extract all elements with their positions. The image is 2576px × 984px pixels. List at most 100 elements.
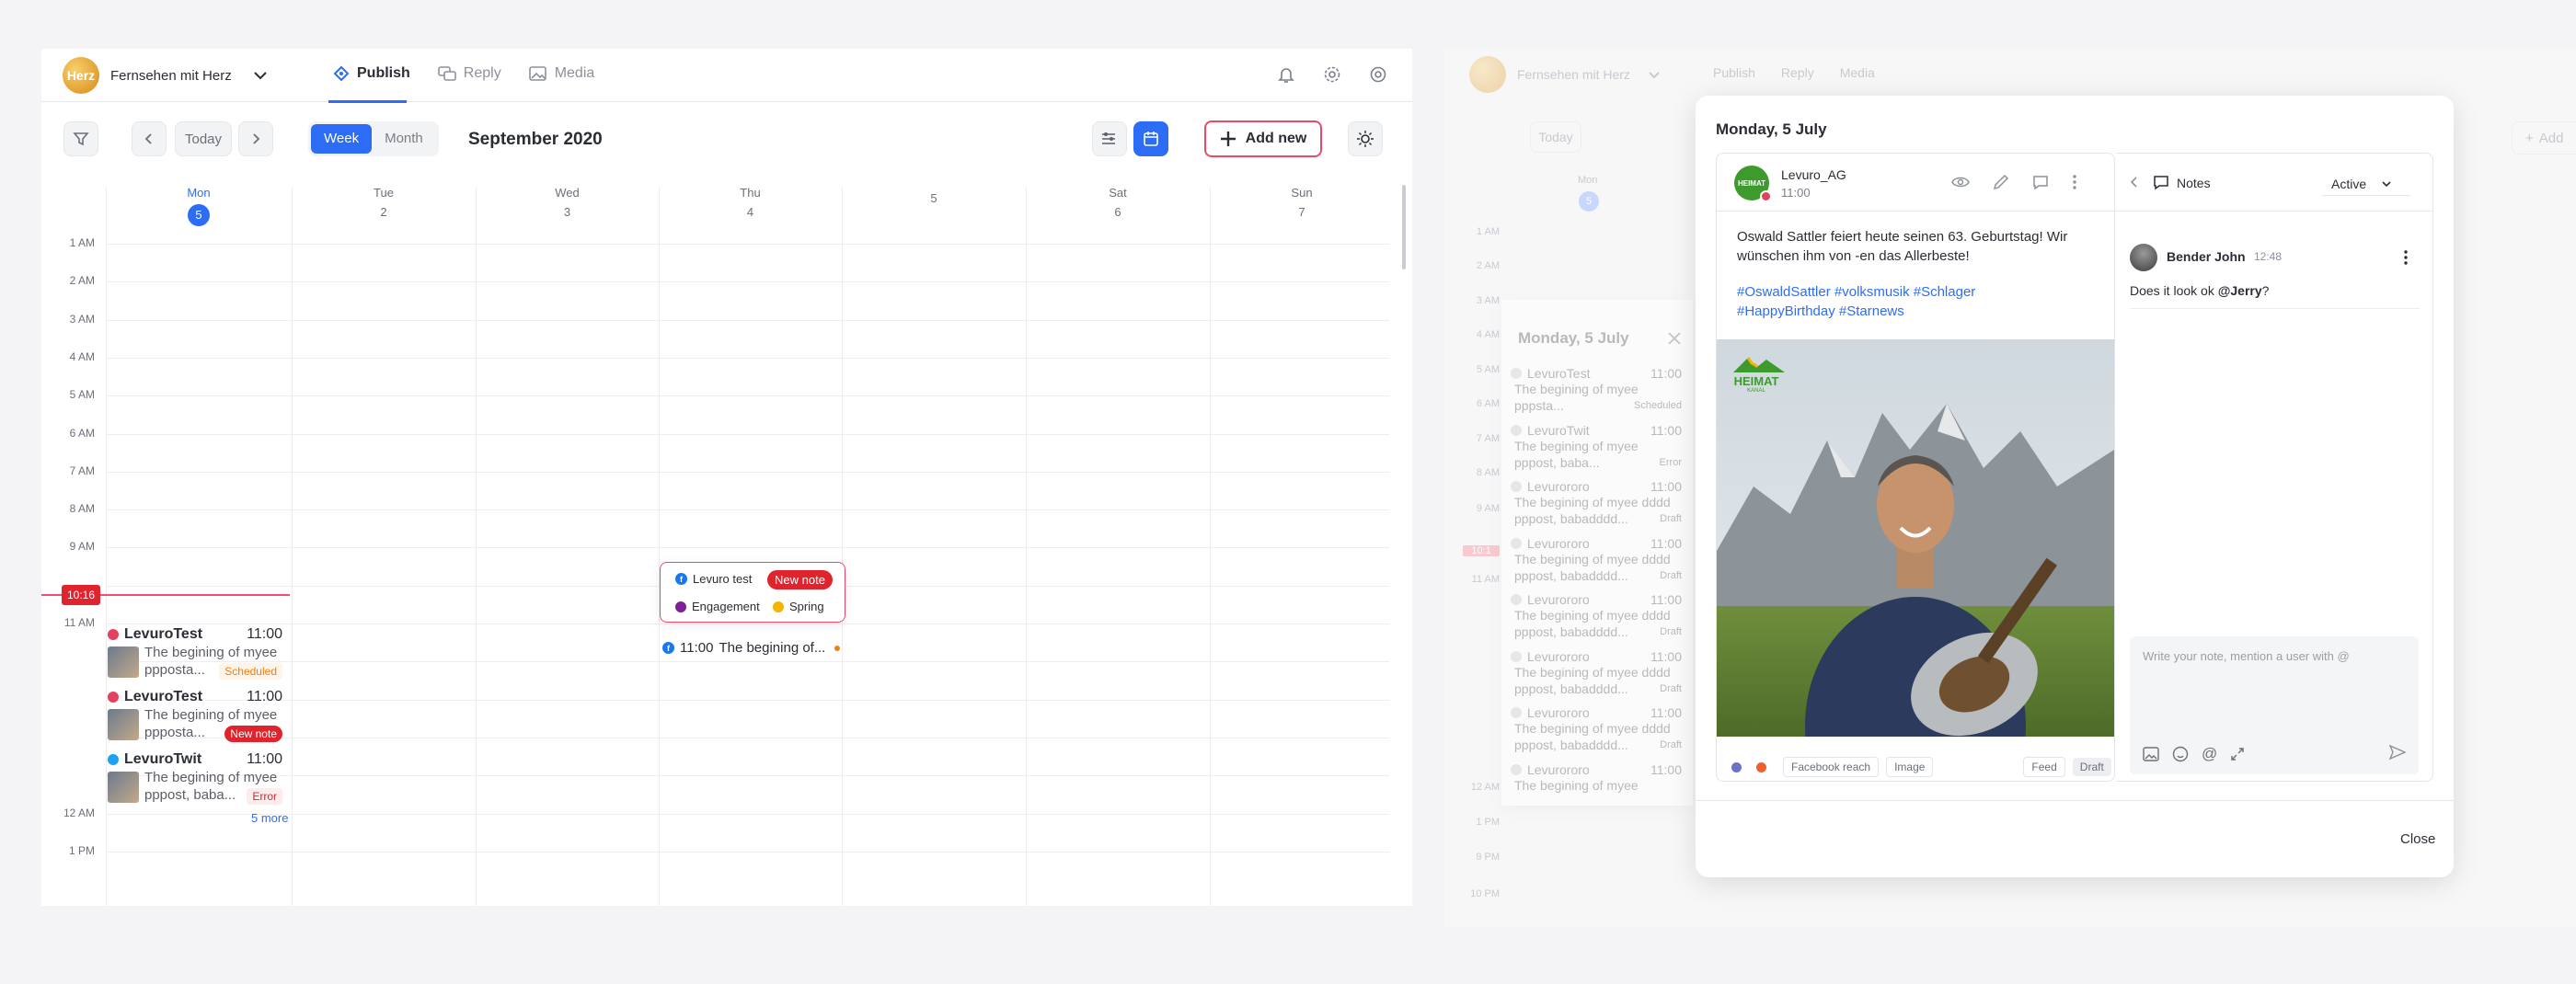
day-divider — [659, 187, 660, 906]
comment-icon[interactable] — [2032, 174, 2049, 190]
more-vertical-icon[interactable] — [2403, 249, 2409, 266]
post-item[interactable]: LevuroTwit 11:00 The begining of myee pppos… — [108, 751, 282, 810]
post-text-line2: pppost, baba... — [144, 787, 236, 803]
mountain-logo-icon — [1733, 357, 1785, 372]
bell-icon[interactable] — [1277, 65, 1295, 84]
note-composer[interactable]: Write your note, mention a user with @ @ — [2130, 636, 2419, 774]
item-status: Draft — [1660, 682, 1682, 694]
more-vertical-icon[interactable] — [2072, 174, 2077, 190]
day-header-1[interactable]: Tue 2 — [347, 186, 420, 219]
brand-switcher[interactable]: Herz Fernsehen mit Herz — [63, 57, 269, 94]
next-week-button[interactable] — [238, 121, 273, 156]
day-header-3[interactable]: Thu 4 — [714, 186, 788, 219]
chevron-left-icon[interactable] — [2129, 176, 2140, 189]
note-text: Does it look ok @Jerry? — [2130, 283, 2269, 298]
list-view-button[interactable] — [1092, 121, 1127, 156]
top-right-icons — [1277, 65, 1387, 84]
day-header-4[interactable]: 5 — [897, 186, 971, 205]
tab-publish[interactable]: Publish — [333, 65, 410, 82]
hour-label: 1 AM — [1476, 226, 1500, 237]
more-posts-link[interactable]: 5 more — [251, 811, 288, 825]
new-note-badge[interactable]: New note — [767, 570, 833, 589]
tab-media[interactable]: Media — [528, 65, 594, 82]
image-chip[interactable]: Image — [1886, 757, 1934, 777]
status-dot — [834, 645, 841, 651]
thursday-event[interactable]: f 11:00 The begining of... — [662, 640, 846, 656]
month-view-button[interactable]: Month — [372, 124, 436, 154]
support-icon[interactable] — [1369, 65, 1387, 84]
notes-filter-dropdown[interactable]: Active — [2322, 172, 2410, 196]
image-icon[interactable] — [2143, 747, 2159, 761]
emoji-icon[interactable] — [2172, 746, 2189, 762]
item-line1: The begining of myee dddd — [1514, 721, 1671, 736]
hour-label: 11 AM — [63, 616, 95, 629]
note-input-placeholder[interactable]: Write your note, mention a user with @ — [2143, 649, 2350, 663]
day-list-item[interactable]: LevuroTwit 11:00 The begining of myee pppos… — [1511, 423, 1682, 476]
hour-label: 8 AM — [69, 502, 95, 516]
account-icon — [1511, 707, 1522, 718]
draft-chip[interactable]: Draft — [2072, 758, 2111, 776]
feed-chip[interactable]: Feed — [2023, 757, 2065, 777]
pencil-icon[interactable] — [1993, 174, 2009, 190]
day-header-6[interactable]: Sun 7 — [1265, 186, 1339, 219]
post-item[interactable]: LevuroTest 11:00 The begining of myee pppos… — [108, 626, 282, 685]
label-spring[interactable]: Spring — [773, 600, 824, 613]
item-status: Draft — [1660, 513, 1682, 524]
post-status-badge: New note — [224, 726, 282, 742]
prev-week-button[interactable] — [132, 121, 167, 156]
add-new-button[interactable]: Add new — [1204, 120, 1322, 157]
note-mention[interactable]: @Jerry — [2218, 283, 2262, 298]
filter-button[interactable] — [63, 121, 98, 156]
day-list-item[interactable]: Levurororo 11:00 The begining of myee dddd… — [1511, 479, 1682, 532]
label-dot-icon[interactable] — [1756, 761, 1766, 772]
calendar-screen: Herz Fernsehen mit Herz Publish Reply Me… — [41, 49, 1412, 906]
expand-icon[interactable] — [2230, 747, 2245, 761]
label-dot-icon[interactable] — [1731, 761, 1742, 772]
day-list-item[interactable]: LevuroTest 11:00 The begining of myee pppst… — [1511, 366, 1682, 419]
gear-icon[interactable] — [1323, 65, 1341, 84]
heimat-logo: HEIMAT KANAL — [1724, 354, 1788, 398]
hour-label: 5 AM — [1476, 364, 1500, 375]
post-time: 11:00 — [247, 626, 282, 642]
theme-toggle-button[interactable] — [1348, 121, 1383, 156]
mention-icon[interactable]: @ — [2202, 745, 2217, 763]
day-list-item[interactable]: Levurororo 11:00 The begining of myee dddd… — [1511, 592, 1682, 646]
send-icon[interactable] — [2389, 745, 2406, 760]
today-button[interactable]: Today — [175, 121, 232, 156]
post-hashtags-line1: #OswaldSattler #volksmusik #Schlager — [1737, 284, 1976, 300]
hour-label: 2 AM — [69, 274, 95, 288]
day-list-item[interactable]: Levurororo 11:00 The begining of myee dddd… — [1511, 536, 1682, 589]
calendar-view-button[interactable] — [1133, 121, 1168, 156]
label-engagement[interactable]: Engagement — [675, 600, 760, 613]
mon-num-dim: 5 — [1579, 191, 1599, 212]
hour-label: 6 AM — [69, 426, 95, 440]
hour-label: 6 AM — [1476, 398, 1500, 409]
tab-reply[interactable]: Reply — [437, 65, 501, 82]
day-list-item[interactable]: Levurororo 11:00 The begining of myee — [1511, 762, 1682, 816]
close-button[interactable]: Close — [2400, 831, 2435, 847]
account-icon — [1511, 481, 1522, 492]
post-time: 11:00 — [247, 689, 282, 704]
hour-label: 10 PM — [1470, 888, 1500, 899]
eye-icon[interactable] — [1951, 175, 1970, 189]
post-item[interactable]: LevuroTest 11:00 The begining of myee pppos… — [108, 689, 282, 748]
scrollbar[interactable] — [1402, 185, 1406, 269]
hour-label: 1 PM — [1476, 817, 1500, 828]
post-footer: Facebook reach Image Feed Draft — [1731, 757, 2111, 777]
day-list-item[interactable]: Levurororo 11:00 The begining of myee dddd… — [1511, 705, 1682, 759]
add-new-label: Add new — [1245, 131, 1307, 146]
item-account: Levurororo — [1527, 705, 1590, 720]
post-text-line2: ppposta... — [144, 662, 205, 678]
divider — [1717, 211, 2114, 212]
current-time-label: 10:16 — [62, 585, 100, 605]
day-header-5[interactable]: Sat 6 — [1081, 186, 1155, 219]
week-view-button[interactable]: Week — [311, 124, 373, 154]
day-list-item[interactable]: Levurororo 11:00 The begining of myee dddd… — [1511, 649, 1682, 703]
day-header-0[interactable]: Mon 5 — [162, 186, 236, 226]
facebook-reach-chip[interactable]: Facebook reach — [1783, 757, 1880, 777]
item-line2: pppost, babadddd... — [1514, 738, 1628, 752]
close-icon[interactable] — [1667, 331, 1682, 346]
account-name: Levuro_AG — [1781, 167, 1846, 182]
day-header-2[interactable]: Wed 3 — [531, 186, 604, 219]
post-detail-modal: Monday, 5 July HEIMAT Levuro_AG 11:00 Os… — [1696, 96, 2454, 877]
